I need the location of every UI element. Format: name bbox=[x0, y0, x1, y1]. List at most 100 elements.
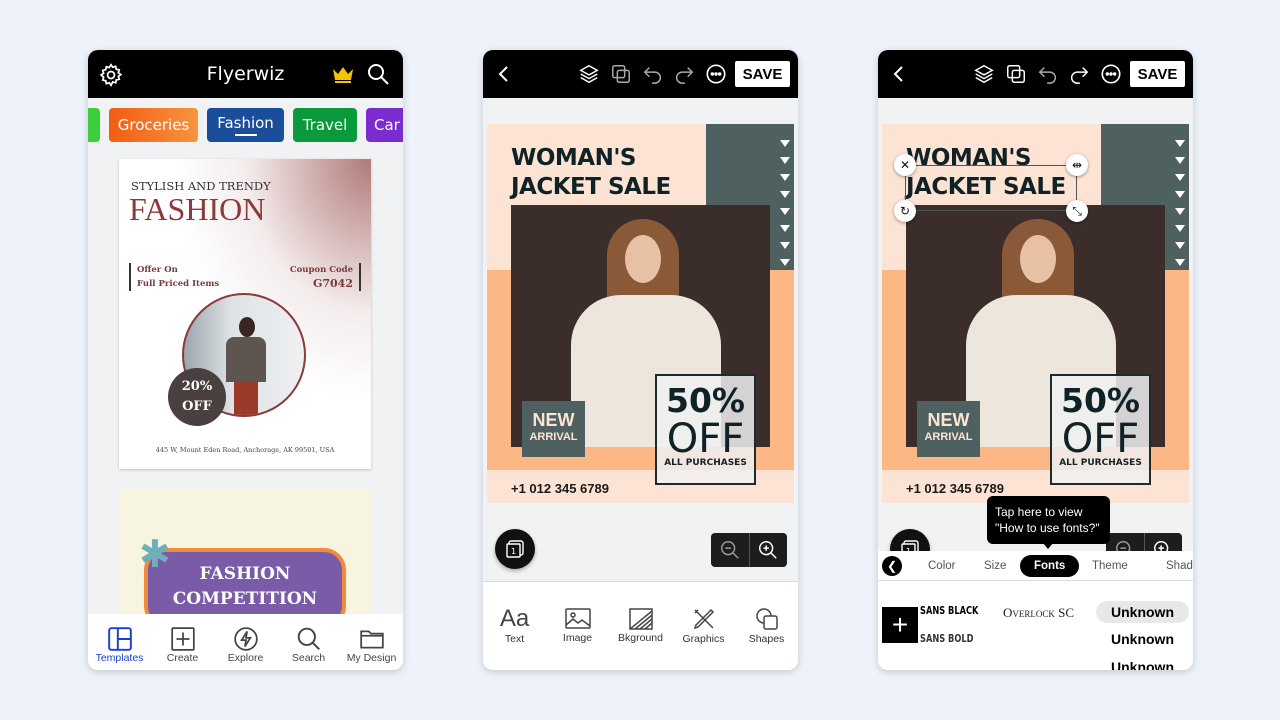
tab-theme[interactable]: Theme bbox=[1092, 555, 1128, 577]
category-chip[interactable] bbox=[88, 108, 100, 142]
template-card-competition[interactable]: FASHION COMPETITION ✱ bbox=[119, 490, 371, 628]
coupon-code: G7042 bbox=[312, 277, 353, 290]
tool-background[interactable]: Bkground bbox=[609, 582, 672, 670]
template-line: FASHION bbox=[199, 564, 291, 584]
triangle-decoration bbox=[1175, 140, 1185, 147]
more-icon[interactable] bbox=[705, 63, 727, 85]
flyer-phone[interactable]: +1 012 345 6789 bbox=[906, 481, 1004, 496]
zoom-out-icon bbox=[720, 541, 739, 559]
back-icon[interactable] bbox=[890, 64, 908, 84]
triangle-decoration bbox=[1175, 191, 1185, 198]
tooltip-line: Tap here to view bbox=[995, 505, 1083, 519]
zoom-in-icon bbox=[759, 541, 778, 559]
triangle-decoration bbox=[780, 174, 790, 181]
tab-size[interactable]: Size bbox=[984, 555, 1006, 577]
search-icon[interactable] bbox=[366, 62, 390, 86]
redo-icon[interactable] bbox=[1068, 63, 1090, 85]
font-option[interactable]: Unknown bbox=[1096, 659, 1189, 670]
font-option[interactable]: Unknown bbox=[1096, 631, 1189, 647]
font-option-selected[interactable]: Unknown bbox=[1096, 601, 1189, 623]
duplicate-icon[interactable] bbox=[610, 63, 632, 85]
category-car[interactable]: Car bbox=[366, 108, 403, 142]
search-icon bbox=[297, 627, 320, 650]
template-line: COMPETITION bbox=[172, 589, 318, 609]
category-travel[interactable]: Travel bbox=[293, 108, 357, 142]
resize-handle-icon[interactable]: ⤡ bbox=[1066, 200, 1088, 222]
discount-box[interactable]: 50% OFF ALL PURCHASES bbox=[1050, 374, 1151, 485]
zoom-in-button[interactable] bbox=[750, 533, 788, 567]
font-option[interactable]: SANS BLACK bbox=[920, 604, 978, 617]
layers-icon[interactable] bbox=[578, 63, 600, 85]
background-icon bbox=[628, 608, 653, 630]
tool-graphics[interactable]: Graphics bbox=[672, 582, 735, 670]
stretch-handle-icon[interactable]: ⇹ bbox=[1066, 154, 1088, 176]
selection-box[interactable] bbox=[905, 165, 1077, 211]
discount-off: OFF bbox=[1061, 416, 1140, 462]
discount-pct: 50% bbox=[666, 381, 745, 420]
flyer-canvas[interactable]: WOMAN'S JACKET SALE NEW ARRIVAL 50% OFF ALL … bbox=[487, 124, 794, 503]
svg-text:1: 1 bbox=[511, 547, 516, 556]
undo-icon[interactable] bbox=[1037, 63, 1059, 85]
triangle-decoration bbox=[780, 157, 790, 164]
flyer-title[interactable]: WOMAN'S JACKET SALE bbox=[511, 144, 671, 202]
triangle-decoration bbox=[1175, 157, 1185, 164]
tab-color[interactable]: Color bbox=[928, 555, 955, 577]
nav-templates[interactable]: Templates bbox=[88, 614, 151, 670]
new-arrival-box[interactable]: NEW ARRIVAL bbox=[522, 401, 585, 457]
zoom-out-button[interactable] bbox=[711, 533, 750, 567]
category-fashion[interactable]: Fashion bbox=[207, 108, 284, 142]
arrival-text: ARRIVAL bbox=[924, 431, 973, 443]
undo-icon[interactable] bbox=[642, 63, 664, 85]
text-options-tabs: ❮ Color Size Fonts Theme Shadow bbox=[878, 551, 1193, 581]
discount-box[interactable]: 50% OFF ALL PURCHASES bbox=[655, 374, 756, 485]
triangle-decoration bbox=[780, 191, 790, 198]
triangle-decoration bbox=[1175, 174, 1185, 181]
tool-text[interactable]: Aa Text bbox=[483, 582, 546, 670]
tab-shadow[interactable]: Shadow bbox=[1166, 555, 1193, 577]
layers-icon[interactable] bbox=[973, 63, 995, 85]
more-icon[interactable] bbox=[1100, 63, 1122, 85]
triangle-decoration bbox=[1175, 242, 1185, 249]
tool-label: Text bbox=[504, 633, 525, 645]
coupon-label: Coupon Code bbox=[289, 265, 353, 275]
tool-label: Image bbox=[562, 632, 593, 644]
save-button[interactable]: SAVE bbox=[735, 61, 790, 87]
nav-my-design[interactable]: My Design bbox=[340, 614, 403, 670]
rotate-handle-icon[interactable]: ↻ bbox=[894, 200, 916, 222]
category-groceries[interactable]: Groceries bbox=[109, 108, 198, 142]
nav-label: My Design bbox=[346, 652, 397, 664]
discount-off: OFF bbox=[182, 399, 212, 414]
active-indicator bbox=[234, 134, 257, 136]
triangle-decoration bbox=[780, 208, 790, 215]
triangle-decoration bbox=[1175, 225, 1185, 232]
redo-icon[interactable] bbox=[673, 63, 695, 85]
font-list: + SANS BLACK SANS BOLD Overlock SC Unkno… bbox=[878, 581, 1193, 670]
save-button[interactable]: SAVE bbox=[1130, 61, 1185, 87]
template-card-fashion[interactable]: STYLISH AND TRENDY FASHION Offer On Full … bbox=[119, 159, 371, 469]
nav-create[interactable]: Create bbox=[151, 614, 214, 670]
pages-button[interactable]: 1 bbox=[495, 529, 535, 569]
tabs-back-button[interactable]: ❮ bbox=[882, 556, 902, 576]
category-label: Fashion bbox=[217, 114, 274, 132]
fonts-tooltip[interactable]: Tap here to view "How to use fonts?" bbox=[987, 496, 1110, 549]
close-handle-icon[interactable]: ✕ bbox=[894, 154, 916, 176]
tool-shapes[interactable]: Shapes bbox=[735, 582, 798, 670]
add-font-button[interactable]: + bbox=[882, 607, 918, 643]
back-icon[interactable] bbox=[495, 64, 513, 84]
nav-explore[interactable]: Explore bbox=[214, 614, 277, 670]
new-arrival-box[interactable]: NEW ARRIVAL bbox=[917, 401, 980, 457]
duplicate-icon[interactable] bbox=[1005, 63, 1027, 85]
pages-icon: 1 bbox=[506, 540, 524, 558]
font-option[interactable]: SANS BOLD bbox=[920, 632, 973, 645]
nav-label: Create bbox=[166, 652, 199, 664]
flyer-phone[interactable]: +1 012 345 6789 bbox=[511, 481, 609, 496]
nav-search[interactable]: Search bbox=[277, 614, 340, 670]
nav-label: Search bbox=[291, 652, 326, 664]
tool-image[interactable]: Image bbox=[546, 582, 609, 670]
tab-fonts[interactable]: Fonts bbox=[1020, 555, 1080, 577]
font-option[interactable]: Overlock SC bbox=[1003, 605, 1074, 621]
crown-icon[interactable] bbox=[331, 64, 355, 84]
template-address: 445 W, Mount Eden Road, Anchorage, AK 99… bbox=[155, 446, 335, 454]
home-screen: Flyerwiz Groceries Fashion Travel Car ST… bbox=[88, 50, 403, 670]
flyer-canvas[interactable]: WOMAN'S JACKET SALE NEW ARRIVAL 50% OFF ALL … bbox=[882, 124, 1189, 503]
